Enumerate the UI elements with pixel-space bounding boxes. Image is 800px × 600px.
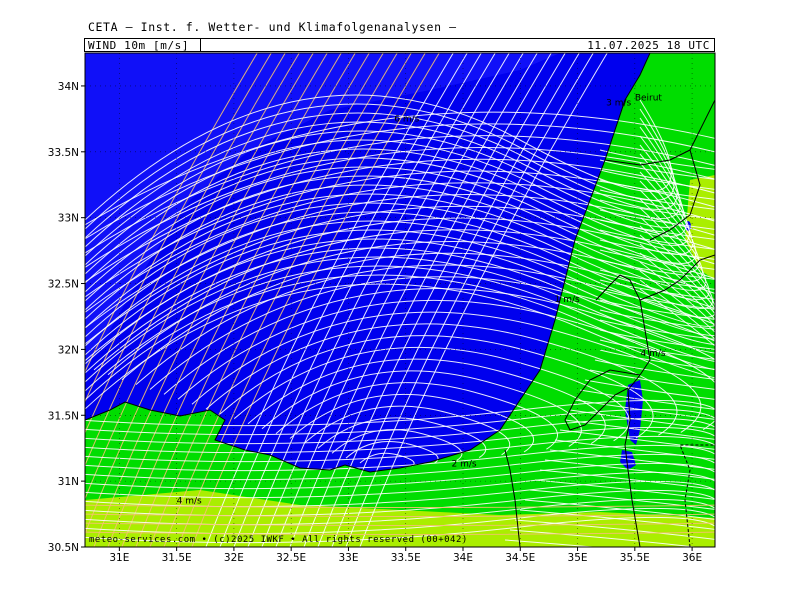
wind-speed-label: 2 m/s bbox=[452, 460, 477, 470]
lon-tick-label: 31.5E bbox=[162, 552, 192, 564]
title-bar: WIND 10m [m/s] 11.07.2025 18 UTC bbox=[84, 38, 715, 52]
lon-tick-label: 33E bbox=[338, 552, 358, 564]
footer-credit: meteo-services.com • (c)2025 IWKF • All … bbox=[89, 535, 468, 545]
lon-tick-label: 33.5E bbox=[391, 552, 421, 564]
lon-tick-label: 31E bbox=[109, 552, 129, 564]
lat-tick-label: 32N bbox=[58, 344, 79, 356]
lat-tick-label: 33N bbox=[58, 213, 79, 225]
lon-tick-label: 35.5E bbox=[620, 552, 650, 564]
lat-tick-label: 31N bbox=[58, 476, 79, 488]
lat-tick-label: 32.5N bbox=[48, 279, 79, 291]
source-header: CETA — Inst. f. Wetter- und Klimafolgena… bbox=[88, 20, 457, 34]
wind-speed-label: 4 m/s bbox=[641, 349, 666, 359]
wind-map: Beirut 3 m/s 6 m/s 1 m/s 4 m/s 2 m/s 4 m/s 31E… bbox=[48, 52, 716, 564]
lon-tick-label: 34E bbox=[453, 552, 473, 564]
forecast-datetime: 11.07.2025 18 UTC bbox=[587, 39, 710, 52]
lon-tick-label: 34.5E bbox=[505, 552, 535, 564]
wind-speed-label: 4 m/s bbox=[177, 497, 202, 507]
lat-tick-label: 31.5N bbox=[48, 410, 79, 422]
lon-tick-label: 32.5E bbox=[276, 552, 306, 564]
wind-speed-label: 1 m/s bbox=[555, 295, 580, 305]
lat-tick-label: 30.5N bbox=[48, 542, 79, 554]
lon-tick-label: 32E bbox=[224, 552, 244, 564]
lon-tick-label: 35E bbox=[568, 552, 588, 564]
lat-tick-label: 34N bbox=[58, 81, 79, 93]
lon-tick-label: 36E bbox=[682, 552, 702, 564]
wind-speed-label: 6 m/s bbox=[394, 115, 419, 125]
variable-label: WIND 10m [m/s] bbox=[88, 39, 190, 52]
wind-speed-label: 3 m/s bbox=[606, 99, 631, 109]
lat-tick-label: 33.5N bbox=[48, 147, 79, 159]
place-label: Beirut bbox=[635, 93, 663, 103]
